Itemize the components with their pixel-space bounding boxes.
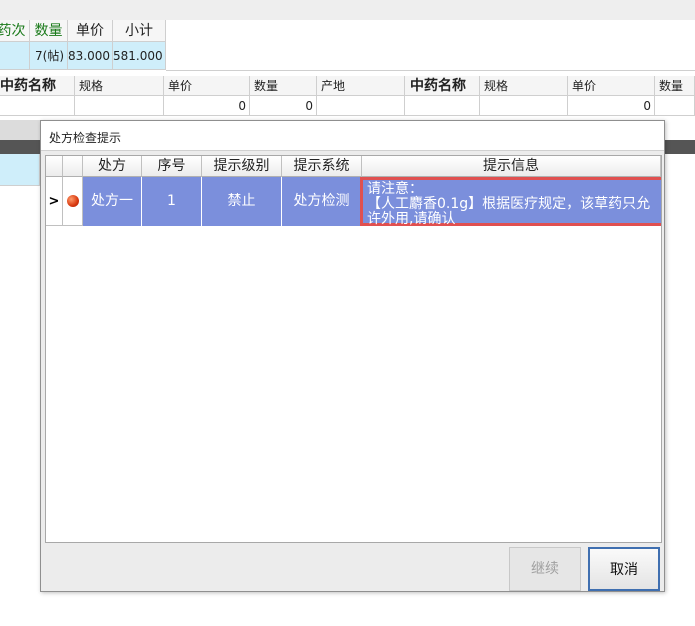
row-indicator-icon[interactable]: >	[46, 177, 63, 226]
cell-message[interactable]: 请注意： 【人工麝香0.1g】根据医疗规定，该草药只允许外用,请确认	[360, 177, 661, 227]
cell-prescription[interactable]: 处方一	[83, 177, 142, 226]
col-header-amount[interactable]: 数量	[250, 76, 317, 96]
col-header-system[interactable]: 提示系统	[282, 156, 362, 177]
herb-cell[interactable]	[405, 96, 480, 116]
col-header-message[interactable]: 提示信息	[362, 156, 661, 177]
continue-button[interactable]: 继续	[509, 547, 581, 591]
col-header-spec-2[interactable]: 规格	[480, 76, 568, 96]
herb-cell[interactable]: 0	[164, 96, 250, 116]
herb-cell[interactable]: 0	[568, 96, 655, 116]
header-filler	[166, 20, 695, 43]
cell-times[interactable]	[0, 42, 30, 70]
red-ball-icon	[67, 195, 79, 207]
col-header-unit-price[interactable]: 单价	[164, 76, 250, 96]
col-header-indicator	[46, 156, 63, 177]
herb-cell[interactable]: 0	[250, 96, 317, 116]
col-header-unit-price-2[interactable]: 单价	[568, 76, 655, 96]
cell-quantity[interactable]: 7(帖)	[30, 42, 68, 70]
top-band	[0, 0, 695, 20]
col-header-prescription[interactable]: 处方	[83, 156, 142, 177]
col-header-herb-name-2[interactable]: 中药名称	[405, 76, 480, 96]
col-header-spec[interactable]: 规格	[75, 76, 164, 96]
col-header-quantity[interactable]: 数量	[30, 20, 68, 42]
herb-cell[interactable]	[317, 96, 405, 116]
herb-grid: 中药名称 规格 单价 数量 产地 中药名称 规格 单价 数量 0 0 0	[0, 76, 695, 120]
dialog-titlebar[interactable]: 处方检查提示	[41, 121, 664, 151]
cell-subtotal[interactable]: 581.000	[113, 42, 166, 70]
col-header-price[interactable]: 单价	[68, 20, 113, 42]
col-header-times[interactable]: 药次	[0, 20, 30, 42]
prescription-check-dialog: 处方检查提示 处方 序号 提示级别 提示系统 提示信息 > 处方一 1 禁止 处…	[40, 120, 665, 592]
col-header-seq[interactable]: 序号	[142, 156, 202, 177]
summary-grid: 药次 数量 单价 小计 7(帖) 83.000 581.000	[0, 20, 695, 72]
message-line-2: 【人工麝香0.1g】根据医疗规定，该草药只允许外用,请确认	[367, 196, 651, 227]
col-header-amount-2[interactable]: 数量	[655, 76, 695, 96]
herb-cell[interactable]	[75, 96, 164, 116]
cancel-button[interactable]: 取消	[588, 547, 660, 591]
herb-cell[interactable]	[655, 96, 695, 116]
cell-price[interactable]: 83.000	[68, 42, 113, 70]
col-header-level[interactable]: 提示级别	[202, 156, 282, 177]
col-header-origin[interactable]: 产地	[317, 76, 405, 96]
message-line-1: 请注意：	[367, 181, 423, 197]
row-filler	[166, 42, 695, 71]
col-header-icon	[63, 156, 83, 177]
background-cell	[0, 154, 40, 186]
check-result-grid: 处方 序号 提示级别 提示系统 提示信息 > 处方一 1 禁止 处方检测 请注意…	[45, 155, 662, 543]
cell-level[interactable]: 禁止	[202, 177, 282, 226]
dialog-title: 处方检查提示	[49, 131, 122, 145]
status-cell	[63, 177, 83, 226]
cell-system[interactable]: 处方检测	[282, 177, 362, 226]
background-bar	[0, 120, 40, 140]
col-header-herb-name[interactable]: 中药名称	[0, 76, 75, 96]
herb-cell[interactable]	[480, 96, 568, 116]
col-header-subtotal[interactable]: 小计	[113, 20, 166, 42]
herb-cell[interactable]	[0, 96, 75, 116]
cell-seq[interactable]: 1	[142, 177, 202, 226]
